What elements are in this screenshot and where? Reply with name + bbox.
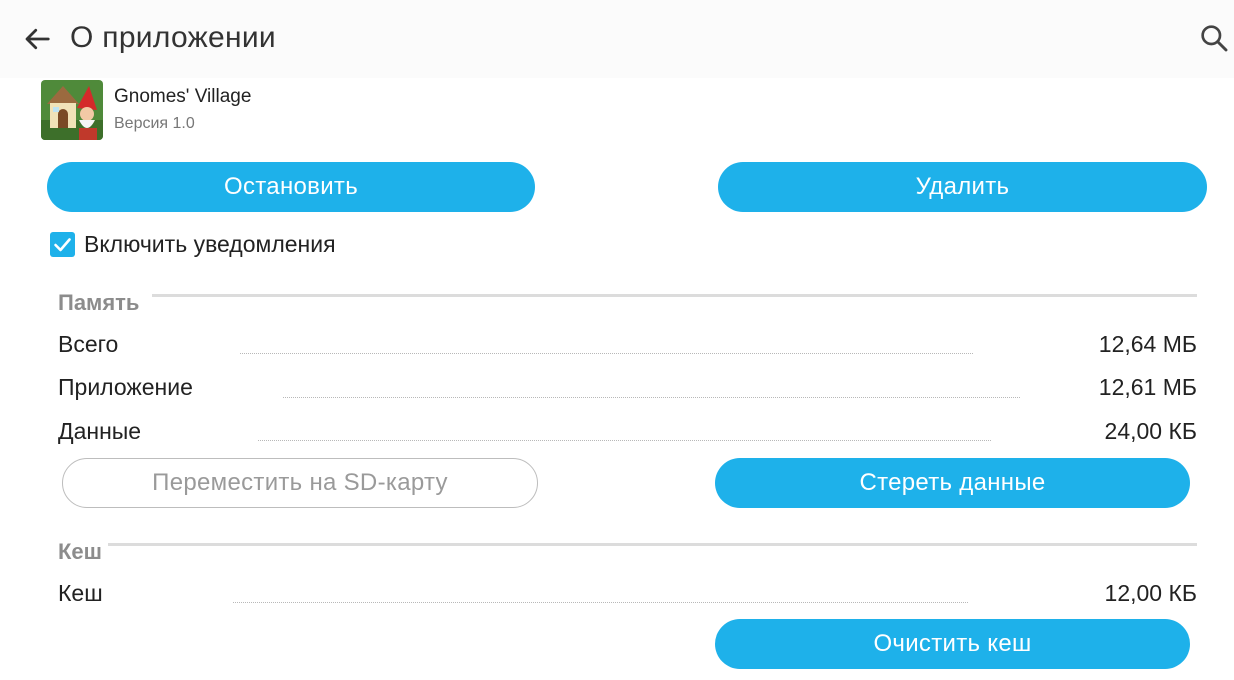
clear-cache-button[interactable]: Очистить кеш (715, 619, 1190, 669)
dotted-leader (233, 602, 968, 603)
cache-value: 12,00 КБ (1104, 580, 1197, 606)
memory-section-divider (152, 294, 1197, 297)
memory-total-label: Всего (58, 331, 119, 357)
page-title: О приложении (70, 21, 276, 54)
top-app-bar: О приложении (0, 0, 1234, 78)
memory-total-value: 12,64 МБ (1098, 331, 1197, 357)
app-version: Версия 1.0 (114, 115, 195, 132)
cache-label: Кеш (58, 580, 103, 606)
gnome-house-icon (41, 80, 103, 140)
dotted-leader (258, 440, 991, 441)
memory-app-label: Приложение (58, 374, 193, 400)
clear-data-button[interactable]: Стереть данные (715, 458, 1190, 508)
memory-data-value: 24,00 КБ (1104, 418, 1197, 444)
memory-data-label: Данные (58, 418, 142, 444)
notifications-label[interactable]: Включить уведомления (84, 231, 336, 258)
app-name: Gnomes' Village (114, 86, 252, 107)
dotted-leader (283, 397, 1020, 398)
cache-section-divider (108, 543, 1197, 546)
search-icon[interactable] (1198, 22, 1230, 54)
delete-button[interactable]: Удалить (718, 162, 1207, 212)
checkmark-icon (54, 238, 71, 252)
move-to-sd-button[interactable]: Переместить на SD-карту (62, 458, 538, 508)
memory-app-value: 12,61 МБ (1098, 374, 1197, 400)
notifications-checkbox[interactable] (50, 232, 75, 257)
stop-button[interactable]: Остановить (47, 162, 535, 212)
arrow-left-icon[interactable] (22, 24, 52, 54)
cache-section-title: Кеш (58, 539, 102, 564)
dotted-leader (240, 353, 973, 354)
memory-section-title: Память (58, 290, 140, 315)
